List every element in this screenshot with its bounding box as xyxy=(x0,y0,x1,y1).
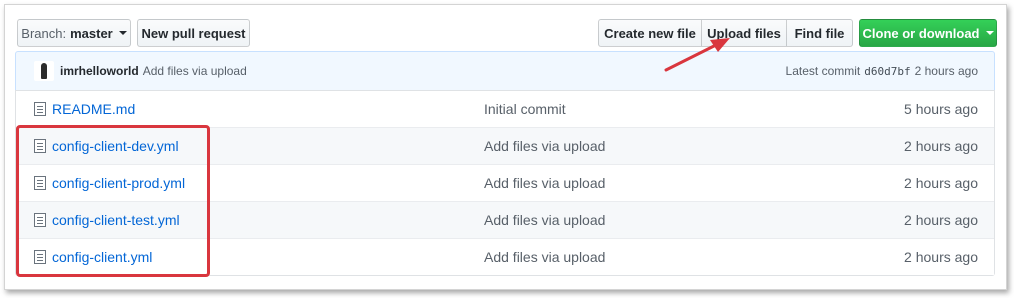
file-commit-message-link[interactable]: Add files via upload xyxy=(484,212,904,228)
file-commit-message-link[interactable]: Add files via upload xyxy=(484,138,904,154)
file-commit-message-link[interactable]: Add files via upload xyxy=(484,249,904,265)
caret-down-icon xyxy=(985,31,994,35)
table-row: config-client-dev.yml Add files via uplo… xyxy=(16,127,994,164)
table-row: config-client-prod.yml Add files via upl… xyxy=(16,164,994,201)
table-row: config-client.yml Add files via upload 2… xyxy=(16,238,994,275)
file-commit-message-link[interactable]: Initial commit xyxy=(484,101,904,117)
commit-author-link[interactable]: imrhelloworld xyxy=(60,64,139,78)
latest-commit-info: Latest commit d60d7bf 2 hours ago xyxy=(786,64,978,78)
file-age: 5 hours ago xyxy=(904,101,978,117)
upload-files-button[interactable]: Upload files xyxy=(701,19,787,47)
file-name-link[interactable]: README.md xyxy=(52,101,484,117)
file-name-link[interactable]: config-client-dev.yml xyxy=(52,138,484,154)
clone-or-download-label: Clone or download xyxy=(862,25,980,41)
file-commit-message-link[interactable]: Add files via upload xyxy=(484,175,904,191)
commit-sha-link[interactable]: d60d7bf xyxy=(864,65,910,78)
file-name-link[interactable]: config-client-prod.yml xyxy=(52,175,484,191)
file-age: 2 hours ago xyxy=(904,175,978,191)
table-row: README.md Initial commit 5 hours ago xyxy=(16,90,994,127)
file-age: 2 hours ago xyxy=(904,249,978,265)
branch-prefix: Branch: xyxy=(21,25,67,41)
file-icon xyxy=(34,213,46,227)
commit-age: 2 hours ago xyxy=(914,64,978,78)
file-name-link[interactable]: config-client-test.yml xyxy=(52,212,484,228)
file-age: 2 hours ago xyxy=(904,138,978,154)
latest-commit-label: Latest commit xyxy=(785,64,861,78)
file-icon xyxy=(34,102,46,116)
file-icon xyxy=(34,250,46,264)
file-icon xyxy=(34,139,46,153)
caret-down-icon xyxy=(118,31,127,35)
avatar[interactable] xyxy=(34,61,54,81)
file-list: README.md Initial commit 5 hours ago con… xyxy=(15,90,995,276)
latest-commit-bar: imrhelloworld Add files via upload Lates… xyxy=(15,51,995,91)
new-pull-request-button[interactable]: New pull request xyxy=(137,19,250,47)
create-new-file-button[interactable]: Create new file xyxy=(598,19,702,47)
table-row: config-client-test.yml Add files via upl… xyxy=(16,201,994,238)
find-file-button[interactable]: Find file xyxy=(786,19,853,47)
commit-message-link[interactable]: Add files via upload xyxy=(143,64,247,78)
file-name-link[interactable]: config-client.yml xyxy=(52,249,484,265)
branch-select-button[interactable]: Branch: master xyxy=(17,19,131,47)
file-icon xyxy=(34,176,46,190)
file-age: 2 hours ago xyxy=(904,212,978,228)
branch-name: master xyxy=(70,25,113,41)
clone-or-download-button[interactable]: Clone or download xyxy=(859,19,997,47)
